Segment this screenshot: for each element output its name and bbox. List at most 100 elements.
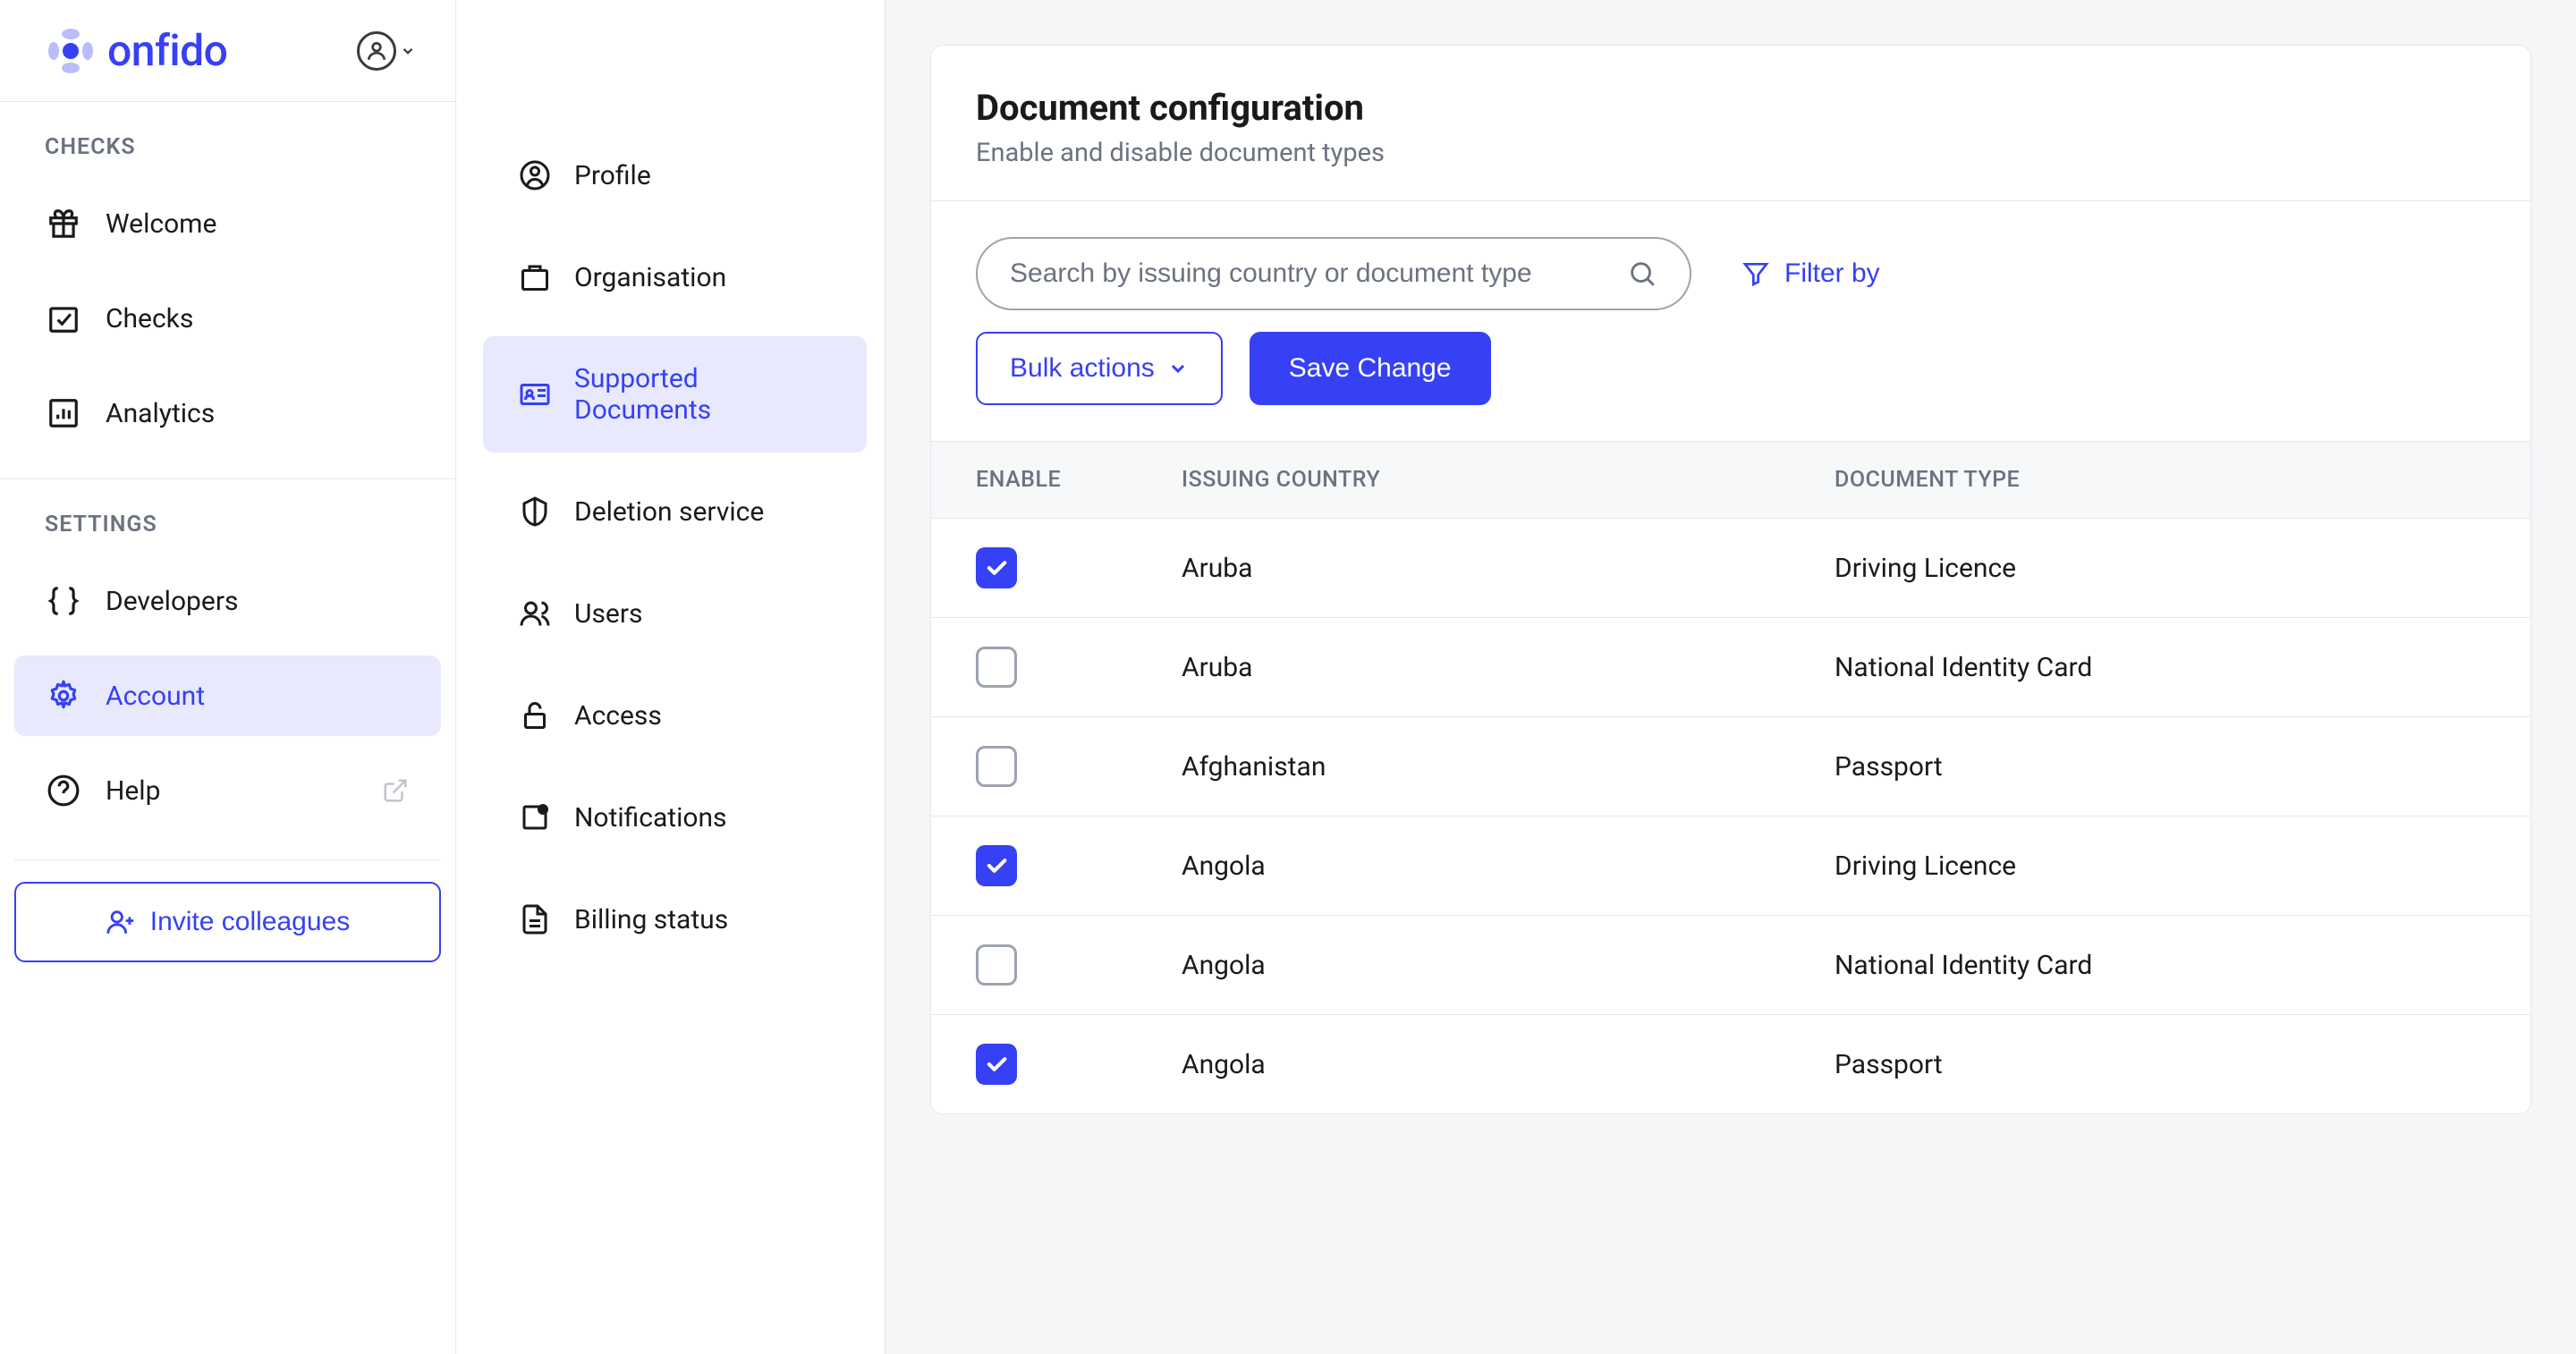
- th-country: ISSUING COUNTRY: [1182, 467, 1835, 493]
- sidebar-header: onfido: [0, 0, 455, 102]
- help-circle-icon: [47, 774, 80, 808]
- document-config-card: Document configuration Enable and disabl…: [930, 45, 2531, 1114]
- table-row: ArubaDriving Licence: [931, 519, 2530, 618]
- subnav-item-users[interactable]: Users: [483, 571, 867, 656]
- external-link-icon: [382, 777, 409, 804]
- country-cell: Aruba: [1182, 652, 1835, 683]
- search-input[interactable]: [1010, 258, 1627, 289]
- sidebar-item-analytics[interactable]: Analytics: [14, 373, 441, 453]
- shield-icon: [519, 495, 551, 528]
- chevron-down-icon: [400, 43, 416, 59]
- user-circle-icon: [519, 159, 551, 191]
- documents-table: ENABLE ISSUING COUNTRY DOCUMENT TYPE Aru…: [931, 441, 2530, 1113]
- doctype-cell: Driving Licence: [1835, 850, 2486, 882]
- table-row: AngolaPassport: [931, 1015, 2530, 1113]
- country-cell: Angola: [1182, 950, 1835, 981]
- brand-logo[interactable]: onfido: [47, 25, 227, 76]
- enable-checkbox[interactable]: [976, 647, 1017, 688]
- country-cell: Angola: [1182, 1049, 1835, 1080]
- enable-checkbox[interactable]: [976, 1044, 1017, 1085]
- search-icon: [1627, 258, 1657, 289]
- subnav-item-billing-status[interactable]: Billing status: [483, 876, 867, 962]
- subnav-item-deletion-service[interactable]: Deletion service: [483, 469, 867, 554]
- doctype-cell: National Identity Card: [1835, 950, 2486, 981]
- filter-icon: [1741, 259, 1770, 288]
- document-icon: [519, 903, 551, 935]
- subnav-label: Access: [574, 700, 662, 732]
- lock-open-icon: [519, 699, 551, 732]
- sidebar-item-developers[interactable]: Developers: [14, 561, 441, 641]
- table-row: AngolaDriving Licence: [931, 817, 2530, 916]
- notification-icon: [519, 801, 551, 834]
- sidebar-item-account[interactable]: Account: [14, 656, 441, 736]
- doctype-cell: National Identity Card: [1835, 652, 2486, 683]
- section-label-settings: SETTINGS: [0, 479, 455, 554]
- th-enable: ENABLE: [976, 467, 1182, 493]
- filter-button[interactable]: Filter by: [1741, 258, 1880, 289]
- subnav-item-organisation[interactable]: Organisation: [483, 234, 867, 320]
- enable-checkbox[interactable]: [976, 547, 1017, 588]
- subnav-label: Billing status: [574, 904, 728, 935]
- table-row: ArubaNational Identity Card: [931, 618, 2530, 717]
- doctype-cell: Passport: [1835, 1049, 2486, 1080]
- subnav-label: Profile: [574, 160, 651, 191]
- invite-label: Invite colleagues: [150, 907, 350, 937]
- doctype-cell: Passport: [1835, 751, 2486, 783]
- invite-colleagues-button[interactable]: Invite colleagues: [14, 882, 441, 962]
- page-title: Document configuration: [976, 87, 2486, 129]
- subnav-label: Supported Documents: [574, 363, 831, 426]
- subnav-label: Organisation: [574, 262, 726, 293]
- subnav-item-supported-documents[interactable]: Supported Documents: [483, 336, 867, 453]
- user-menu-button[interactable]: [357, 31, 416, 71]
- sidebar-item-help[interactable]: Help: [14, 750, 441, 831]
- check-square-icon: [47, 301, 80, 335]
- gear-icon: [47, 679, 80, 713]
- sidebar-item-label: Analytics: [106, 398, 215, 429]
- subnav-label: Users: [574, 598, 643, 630]
- sidebar-item-label: Help: [106, 775, 160, 807]
- subnav-item-access[interactable]: Access: [483, 673, 867, 758]
- save-button[interactable]: Save Change: [1250, 332, 1491, 405]
- bulk-actions-button[interactable]: Bulk actions: [976, 332, 1223, 405]
- sidebar-item-label: Welcome: [106, 208, 216, 240]
- section-label-checks: CHECKS: [0, 102, 455, 176]
- sidebar-secondary: Profile Organisation Supported Documents…: [456, 0, 886, 1354]
- country-cell: Angola: [1182, 850, 1835, 882]
- enable-checkbox[interactable]: [976, 944, 1017, 986]
- bar-chart-icon: [47, 396, 80, 430]
- braces-icon: [47, 584, 80, 618]
- user-avatar-icon: [357, 31, 396, 71]
- sidebar-item-checks[interactable]: Checks: [14, 278, 441, 359]
- page-subtitle: Enable and disable document types: [976, 138, 2486, 168]
- subnav-label: Notifications: [574, 802, 727, 834]
- user-plus-icon: [106, 907, 136, 937]
- brand-name: onfido: [107, 25, 227, 76]
- table-header-row: ENABLE ISSUING COUNTRY DOCUMENT TYPE: [931, 441, 2530, 519]
- sidebar-item-welcome[interactable]: Welcome: [14, 183, 441, 264]
- gift-icon: [47, 207, 80, 241]
- th-doctype: DOCUMENT TYPE: [1835, 467, 2486, 493]
- subnav-item-profile[interactable]: Profile: [483, 132, 867, 218]
- sidebar-item-label: Developers: [106, 586, 238, 617]
- country-cell: Aruba: [1182, 553, 1835, 584]
- filter-label: Filter by: [1784, 258, 1880, 289]
- search-box[interactable]: [976, 237, 1691, 310]
- main-content: Document configuration Enable and disabl…: [886, 0, 2576, 1354]
- briefcase-icon: [519, 261, 551, 293]
- table-row: AfghanistanPassport: [931, 717, 2530, 817]
- bulk-label: Bulk actions: [1010, 353, 1155, 384]
- subnav-item-notifications[interactable]: Notifications: [483, 774, 867, 860]
- chevron-down-icon: [1167, 358, 1189, 379]
- subnav-label: Deletion service: [574, 496, 764, 528]
- sidebar-primary: onfido CHECKS Welcome Checks Analytics: [0, 0, 456, 1354]
- doctype-cell: Driving Licence: [1835, 553, 2486, 584]
- onfido-logo-icon: [47, 27, 95, 75]
- enable-checkbox[interactable]: [976, 746, 1017, 787]
- id-card-icon: [519, 378, 551, 410]
- country-cell: Afghanistan: [1182, 751, 1835, 783]
- sidebar-item-label: Account: [106, 681, 205, 712]
- table-row: AngolaNational Identity Card: [931, 916, 2530, 1015]
- enable-checkbox[interactable]: [976, 845, 1017, 886]
- sidebar-item-label: Checks: [106, 303, 193, 334]
- users-icon: [519, 597, 551, 630]
